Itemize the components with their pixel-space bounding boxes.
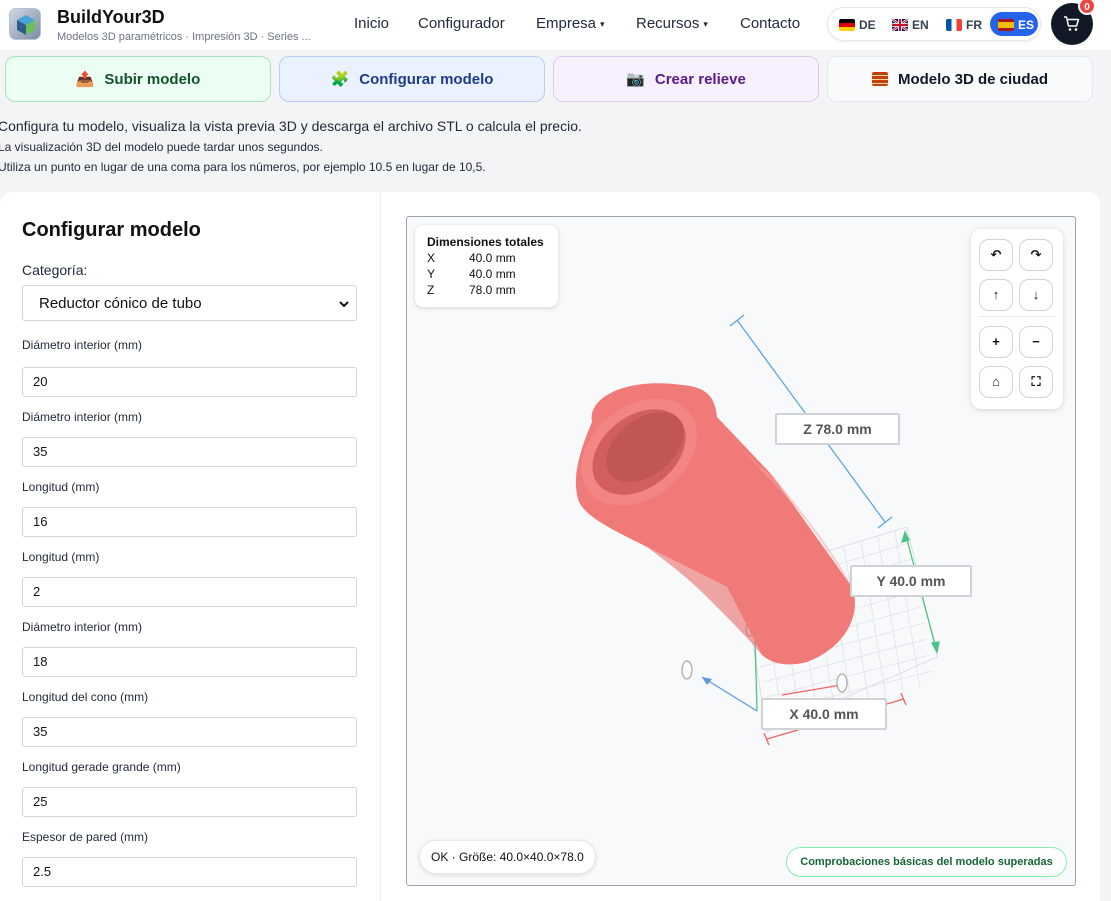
lang-de[interactable]: DE (839, 16, 876, 34)
flag-uk-icon (892, 19, 908, 31)
model-check-badge: Comprobaciones básicas del modelo supera… (786, 847, 1067, 877)
bricks-icon (871, 72, 888, 86)
tab-upload-model[interactable]: 📤 Subir modelo (5, 56, 271, 102)
intro-hint: Utiliza un punto en lugar de una coma pa… (0, 160, 486, 174)
brand-tagline: Modelos 3D paramétricos · Impresión 3D ·… (57, 31, 311, 43)
tab-city-model[interactable]: Modelo 3D de ciudad (827, 56, 1093, 102)
chevron-down-icon: ▾ (703, 18, 708, 29)
intro-text: Configura tu modelo, visualiza la vista … (0, 118, 582, 134)
form-title: Configurar modelo (22, 219, 201, 241)
lang-fr[interactable]: FR (946, 16, 982, 34)
nav-empresa[interactable]: Empresa ▾ (536, 15, 605, 32)
lang-en[interactable]: EN (892, 16, 929, 34)
site-header: BuildYour3D Modelos 3D paramétricos · Im… (0, 0, 1111, 50)
flag-fr-icon (946, 19, 962, 31)
field-label: Diámetro interior (mm) (22, 338, 143, 352)
z-dimension-label: Z 78.0 mm (775, 413, 900, 445)
brand-name[interactable]: BuildYour3D (57, 7, 165, 28)
field-label: Longitud del cono (mm) (22, 690, 149, 704)
category-select[interactable]: Reductor cónico de tubo (22, 285, 357, 321)
dim-axis-label: Z (427, 283, 435, 297)
nav-contacto[interactable]: Contacto (740, 15, 800, 32)
dim-axis-label: Y (427, 267, 436, 281)
tab-create-relief[interactable]: 📷 Crear relieve (553, 56, 819, 102)
logo[interactable] (9, 8, 41, 40)
tilt-up-button[interactable]: ↑ (979, 279, 1013, 311)
puzzle-icon: 🧩 (330, 71, 350, 88)
inner-diameter-3-input[interactable]: 18 (22, 647, 357, 677)
inner-diameter-input[interactable]: 20 (22, 367, 357, 397)
dim-axis-label: X (427, 251, 436, 265)
nav-configurador[interactable]: Configurador (418, 15, 505, 32)
nav-recursos[interactable]: Recursos ▾ (636, 15, 708, 32)
cart-count-badge: 0 (1078, 0, 1096, 15)
cube-logo-icon (17, 15, 35, 35)
dim-value: 78.0 mm (469, 283, 516, 297)
rotate-right-button[interactable]: ↷ (1019, 239, 1053, 271)
field-label: Espesor de pared (mm) (22, 830, 149, 844)
cart-icon (1064, 16, 1080, 31)
category-value: Reductor cónico de tubo (39, 295, 202, 312)
flag-de-icon (839, 19, 855, 31)
y-dimension-label: Y 40.0 mm (850, 565, 972, 597)
dimensions-title: Dimensiones totales (427, 235, 544, 249)
lang-es[interactable]: ES (998, 16, 1034, 34)
wall-thickness-input[interactable]: 2.5 (22, 857, 357, 887)
field-label: Longitud (mm) (22, 480, 100, 494)
straight-length-input[interactable]: 25 (22, 787, 357, 817)
divider (979, 316, 1055, 317)
field-label: Longitud gerade grande (mm) (22, 760, 181, 774)
camera-icon: 📷 (626, 71, 645, 88)
length-2-input[interactable]: 2 (22, 577, 357, 607)
field-label: Diámetro interior (mm) (22, 620, 143, 634)
x-dimension-label: X 40.0 mm (761, 698, 887, 730)
dim-value: 40.0 mm (469, 251, 516, 265)
flag-es-icon (998, 19, 1014, 31)
category-label: Categoría: (22, 262, 88, 278)
tab-configure-model[interactable]: 🧩 Configurar modelo (279, 56, 545, 102)
view-controls: ↶ ↷ ↑ ↓ + − ⌂ ⛶ (971, 229, 1063, 409)
tilt-down-button[interactable]: ↓ (1019, 279, 1053, 311)
upload-icon: 📤 (75, 71, 95, 88)
nav-inicio[interactable]: Inicio (354, 15, 389, 32)
dimensions-box: Dimensiones totales X 40.0 mm Y 40.0 mm … (415, 225, 558, 307)
home-view-button[interactable]: ⌂ (979, 366, 1013, 398)
dim-value: 40.0 mm (469, 267, 516, 281)
language-switcher: DE EN FR ES (827, 7, 1041, 41)
inner-diameter-2-input[interactable]: 35 (22, 437, 357, 467)
fullscreen-button[interactable]: ⛶ (1019, 366, 1053, 398)
intro-note: La visualización 3D del modelo puede tar… (0, 140, 323, 154)
status-pill: OK · Größe: 40.0×40.0×78.0 (419, 840, 596, 874)
chevron-down-icon: ▾ (600, 18, 605, 29)
zoom-out-button[interactable]: − (1019, 326, 1053, 358)
length-input[interactable]: 16 (22, 507, 357, 537)
field-label: Longitud (mm) (22, 550, 100, 564)
3d-viewer[interactable]: Z 78.0 mm Y 40.0 mm X 40.0 mm Dimensione… (406, 216, 1076, 886)
field-label: Diámetro interior (mm) (22, 410, 143, 424)
rotate-left-button[interactable]: ↶ (979, 239, 1013, 271)
cone-length-input[interactable]: 35 (22, 717, 357, 747)
chevron-down-icon (339, 301, 349, 308)
zoom-in-button[interactable]: + (979, 326, 1013, 358)
